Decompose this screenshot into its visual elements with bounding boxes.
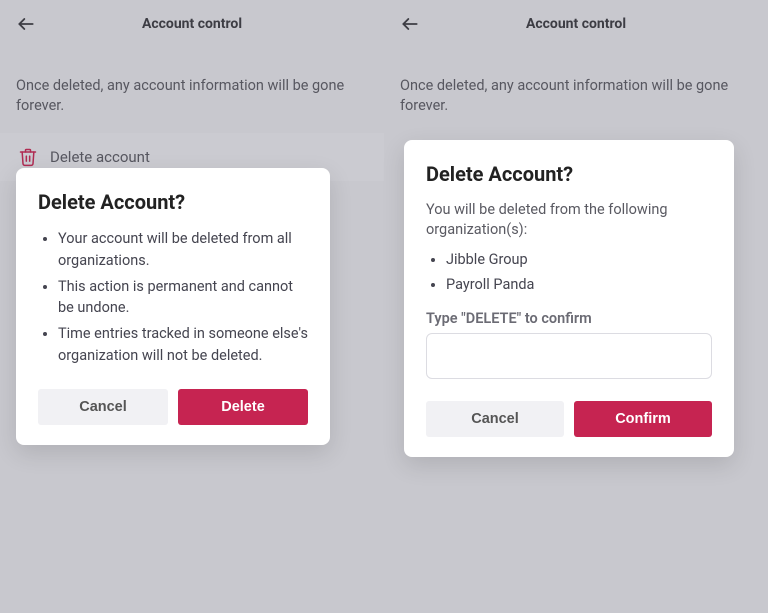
info-text: Once deleted, any account information wi… bbox=[0, 48, 384, 133]
cancel-button[interactable]: Cancel bbox=[426, 401, 564, 437]
page-title: Account control bbox=[422, 16, 730, 32]
dialog-bullet-1: Your account will be deleted from all or… bbox=[58, 228, 308, 272]
back-button[interactable] bbox=[398, 12, 422, 36]
trash-icon bbox=[18, 147, 38, 167]
topbar: Account control bbox=[0, 0, 384, 48]
panel-right: Account control Once deleted, any accoun… bbox=[384, 0, 768, 613]
org-item-2: Payroll Panda bbox=[446, 274, 712, 296]
delete-dialog-step2: Delete Account? You will be deleted from… bbox=[404, 140, 734, 457]
back-button[interactable] bbox=[14, 12, 38, 36]
arrow-left-icon bbox=[400, 14, 420, 34]
delete-account-row-label: Delete account bbox=[50, 148, 150, 166]
dialog-button-row: Cancel Confirm bbox=[426, 401, 712, 437]
arrow-left-icon bbox=[16, 14, 36, 34]
dialog-title: Delete Account? bbox=[38, 190, 308, 214]
confirm-input[interactable] bbox=[426, 333, 712, 379]
dialog-title: Delete Account? bbox=[426, 162, 712, 186]
dialog-bullet-3: Time entries tracked in someone else's o… bbox=[58, 323, 308, 367]
cancel-button[interactable]: Cancel bbox=[38, 389, 168, 425]
delete-dialog-step1: Delete Account? Your account will be del… bbox=[16, 168, 330, 445]
delete-button[interactable]: Delete bbox=[178, 389, 308, 425]
panel-left: Account control Once deleted, any accoun… bbox=[0, 0, 384, 613]
dialog-warning-list: Your account will be deleted from all or… bbox=[38, 228, 308, 367]
topbar: Account control bbox=[384, 0, 768, 48]
dialog-button-row: Cancel Delete bbox=[38, 389, 308, 425]
dialog-lead: You will be deleted from the following o… bbox=[426, 200, 712, 241]
confirm-label: Type "DELETE" to confirm bbox=[426, 310, 712, 327]
dialog-org-list: Jibble Group Payroll Panda bbox=[426, 249, 712, 297]
org-item-1: Jibble Group bbox=[446, 249, 712, 271]
info-text: Once deleted, any account information wi… bbox=[384, 48, 768, 133]
confirm-button[interactable]: Confirm bbox=[574, 401, 712, 437]
page-title: Account control bbox=[38, 16, 346, 32]
dialog-bullet-2: This action is permanent and cannot be u… bbox=[58, 276, 308, 320]
